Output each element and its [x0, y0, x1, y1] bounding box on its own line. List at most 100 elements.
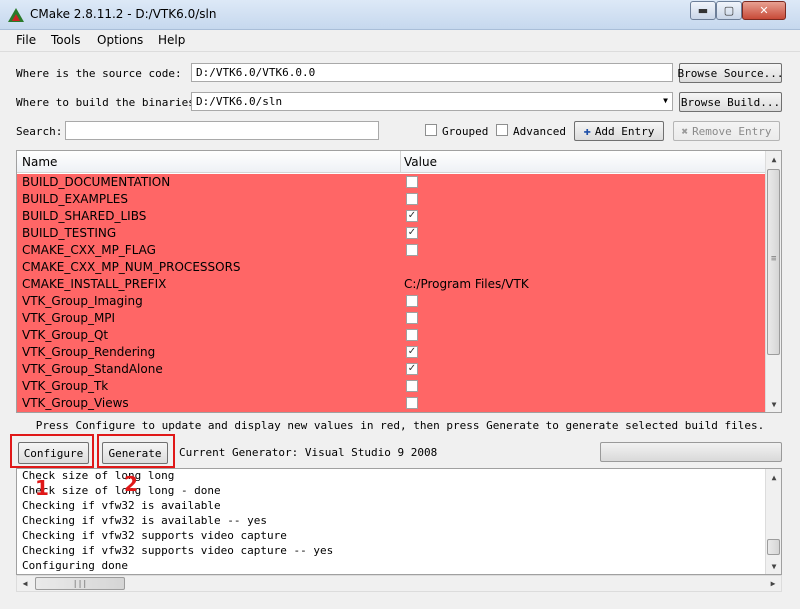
table-row[interactable]: VTK_Group_Views — [17, 395, 765, 412]
window-title: CMake 2.8.11.2 - D:/VTK6.0/sln — [30, 7, 217, 21]
source-label: Where is the source code: — [16, 67, 182, 80]
row-value-checkbox[interactable] — [406, 176, 418, 188]
row-value[interactable]: C:/Program Files/VTK — [404, 277, 529, 291]
table-row[interactable]: VTK_Group_Tk — [17, 378, 765, 395]
row-name: BUILD_EXAMPLES — [22, 192, 128, 206]
annotation-number-2: 2 — [124, 472, 138, 496]
add-entry-label: Add Entry — [594, 124, 655, 138]
row-value-checkbox[interactable]: ✓ — [406, 210, 418, 222]
table-row[interactable]: CMAKE_CXX_MP_NUM_PROCESSORS — [17, 259, 765, 276]
table-row[interactable]: CMAKE_CXX_MP_FLAG — [17, 242, 765, 259]
column-header-name[interactable]: Name — [22, 155, 57, 169]
grip-icon: ≡ — [771, 254, 777, 264]
row-value-checkbox[interactable]: ✓ — [406, 227, 418, 239]
grouped-checkbox[interactable] — [425, 124, 437, 136]
menu-file[interactable]: File — [16, 33, 36, 47]
row-value-checkbox[interactable] — [406, 244, 418, 256]
cmake-logo-icon — [8, 8, 24, 22]
table-row[interactable]: CMAKE_INSTALL_PREFIX C:/Program Files/VTK — [17, 276, 765, 293]
column-header-value[interactable]: Value — [404, 155, 437, 169]
add-entry-button[interactable]: ✚ Add Entry — [574, 121, 664, 141]
close-icon: ✕ — [759, 4, 769, 17]
log-vertical-scrollbar[interactable]: ▲ ▼ — [765, 469, 781, 574]
row-name: VTK_Group_MPI — [22, 311, 116, 325]
row-value-checkbox[interactable]: ✓ — [406, 363, 418, 375]
row-name: VTK_Group_Imaging — [22, 294, 143, 308]
log-line: Checking if vfw32 is available -- yes — [22, 514, 268, 527]
advanced-checkbox[interactable] — [496, 124, 508, 136]
grip-h-icon: ||| — [72, 579, 88, 588]
log-lines: Check size of long long Check size of lon… — [22, 469, 334, 573]
table-row[interactable]: VTK_Group_MPI — [17, 310, 765, 327]
row-value-checkbox[interactable]: ✓ — [406, 346, 418, 358]
log-line: Checking if vfw32 is available — [22, 499, 221, 512]
title-bar[interactable]: CMake 2.8.11.2 - D:/VTK6.0/sln ▬ ▢ ✕ — [0, 0, 800, 30]
row-value-checkbox[interactable] — [406, 312, 418, 324]
table-row[interactable]: VTK_Group_StandAlone ✓ — [17, 361, 765, 378]
progress-bar — [600, 442, 782, 462]
scroll-up-icon[interactable]: ▲ — [766, 151, 781, 167]
table-row[interactable]: BUILD_DOCUMENTATION — [17, 174, 765, 191]
menu-options[interactable]: Options — [97, 33, 143, 47]
table-vertical-scrollbar[interactable]: ▲ ≡ ▼ — [765, 151, 781, 412]
plus-icon: ✚ — [583, 124, 591, 138]
source-path-input[interactable]: D:/VTK6.0/VTK6.0.0 — [191, 63, 673, 82]
build-path-value: D:/VTK6.0/sln — [196, 95, 283, 108]
row-name: CMAKE_CXX_MP_NUM_PROCESSORS — [22, 260, 241, 274]
annotation-box-configure — [10, 434, 94, 468]
scrollbar-thumb[interactable]: ≡ — [767, 169, 780, 355]
status-hint: Press Configure to update and display ne… — [35, 419, 765, 432]
scroll-left-icon[interactable]: ◀ — [17, 576, 33, 591]
table-row[interactable]: BUILD_TESTING ✓ — [17, 225, 765, 242]
row-name: CMAKE_CXX_MP_FLAG — [22, 243, 156, 257]
table-row[interactable]: BUILD_EXAMPLES — [17, 191, 765, 208]
row-name: VTK_Group_Views — [22, 396, 129, 410]
table-row[interactable]: VTK_Group_Qt — [17, 327, 765, 344]
log-line: Checking if vfw32 supports video capture… — [22, 544, 334, 557]
search-input[interactable] — [65, 121, 379, 140]
menu-tools[interactable]: Tools — [51, 33, 81, 47]
current-generator-label: Current Generator: Visual Studio 9 2008 — [179, 446, 438, 459]
row-value-checkbox[interactable] — [406, 295, 418, 307]
build-path-combo[interactable]: D:/VTK6.0/sln ▼ — [191, 92, 673, 111]
row-value-checkbox[interactable] — [406, 193, 418, 205]
row-name: VTK_Group_Qt — [22, 328, 109, 342]
menu-help[interactable]: Help — [158, 33, 185, 47]
table-header: Name Value — [17, 151, 765, 173]
row-name: CMAKE_INSTALL_PREFIX — [22, 277, 167, 291]
row-name: VTK_Group_StandAlone — [22, 362, 163, 376]
log-scrollbar-thumb[interactable] — [767, 539, 780, 555]
column-divider[interactable] — [400, 151, 401, 173]
close-button[interactable]: ✕ — [742, 1, 786, 20]
maximize-button[interactable]: ▢ — [716, 1, 742, 20]
build-label: Where to build the binaries: — [16, 96, 202, 109]
grouped-label: Grouped — [442, 125, 489, 138]
log-scroll-down-icon[interactable]: ▼ — [766, 558, 781, 574]
minimize-icon: ▬ — [697, 4, 709, 17]
table-row[interactable]: BUILD_SHARED_LIBS ✓ — [17, 208, 765, 225]
log-line: Check size of long long — [22, 469, 175, 482]
log-line: Checking if vfw32 supports video capture — [22, 529, 287, 542]
chevron-down-icon[interactable]: ▼ — [663, 96, 668, 105]
log-scroll-up-icon[interactable]: ▲ — [766, 469, 781, 485]
log-line: Check size of long long - done — [22, 484, 221, 497]
table-row[interactable]: VTK_Group_Rendering ✓ — [17, 344, 765, 361]
horizontal-scrollbar-thumb[interactable]: ||| — [35, 577, 125, 590]
scroll-right-icon[interactable]: ▶ — [765, 576, 781, 591]
row-name: BUILD_TESTING — [22, 226, 117, 240]
log-line: Configuring done — [22, 559, 128, 572]
browse-source-button[interactable]: Browse Source... — [678, 63, 783, 83]
log-horizontal-scrollbar[interactable]: ◀ ||| ▶ — [16, 575, 782, 592]
row-value-checkbox[interactable] — [406, 380, 418, 392]
browse-build-button[interactable]: Browse Build... — [679, 92, 782, 112]
minimize-button[interactable]: ▬ — [690, 1, 716, 20]
row-name: VTK_Group_Rendering — [22, 345, 156, 359]
row-value-checkbox[interactable] — [406, 329, 418, 341]
remove-entry-button[interactable]: ✖ Remove Entry — [673, 121, 780, 141]
search-label: Search: — [16, 125, 63, 138]
table-row[interactable]: VTK_Group_Imaging — [17, 293, 765, 310]
row-name: BUILD_DOCUMENTATION — [22, 175, 171, 189]
annotation-box-generate — [97, 434, 175, 468]
scroll-down-icon[interactable]: ▼ — [766, 396, 781, 412]
row-value-checkbox[interactable] — [406, 397, 418, 409]
